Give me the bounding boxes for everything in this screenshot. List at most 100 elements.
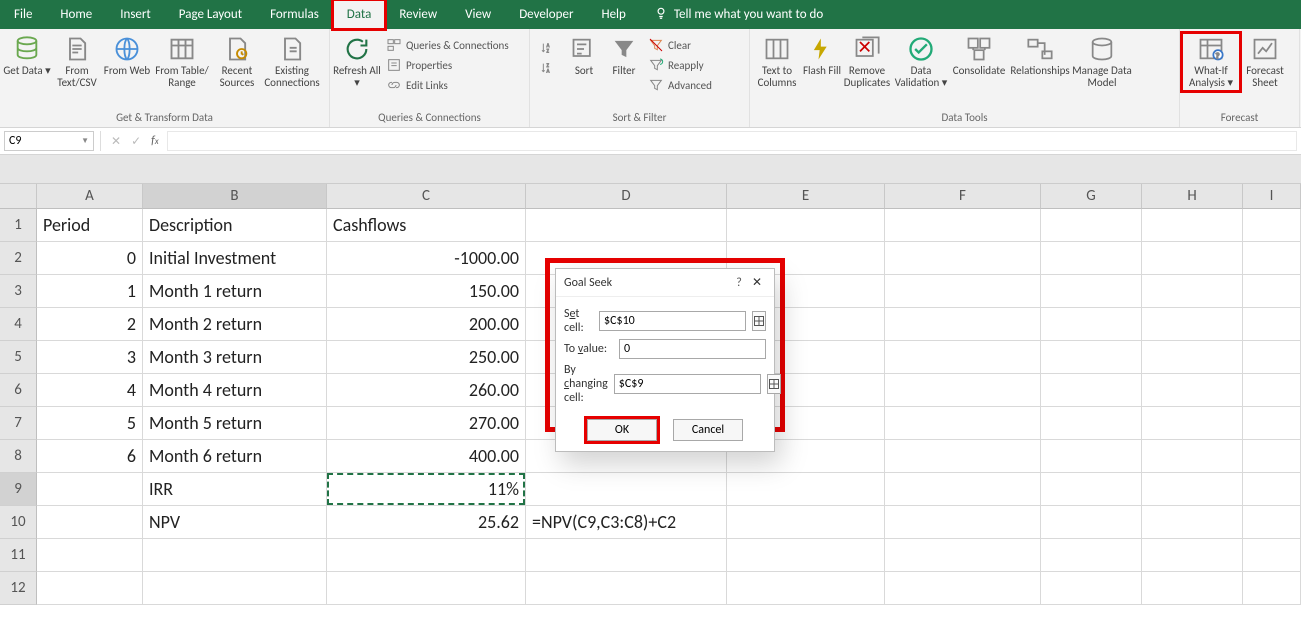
cell-H9[interactable] [1142,473,1243,506]
row-header-5[interactable]: 5 [0,341,37,374]
row-header-11[interactable]: 11 [0,539,37,572]
row-header-9[interactable]: 9 [0,473,37,506]
tab-pagelayout[interactable]: Page Layout [165,0,256,29]
sort-za-button[interactable]: ZA [536,59,560,79]
cell-E1[interactable] [727,209,885,242]
range-picker-setcell[interactable] [752,311,766,331]
col-header-E[interactable]: E [727,184,885,209]
filter-button[interactable]: Filter [604,33,644,79]
cell-B12[interactable] [143,572,327,605]
cell-G2[interactable] [1041,242,1142,275]
tab-data[interactable]: Data [333,0,386,29]
cell-B3[interactable]: Month 1 return [143,275,327,308]
cell-A2[interactable]: 0 [37,242,143,275]
fx-icon[interactable]: fx [151,134,159,148]
properties-button[interactable]: Properties [382,55,513,75]
cell-H8[interactable] [1142,440,1243,473]
cell-G8[interactable] [1041,440,1142,473]
data-validation-button[interactable]: Data Validation ▾ [892,33,950,91]
enter-formula-icon[interactable]: ✓ [131,134,141,149]
name-box[interactable]: C9 ▼ [4,131,94,151]
row-header-12[interactable]: 12 [0,572,37,605]
row-header-7[interactable]: 7 [0,407,37,440]
recent-sources-button[interactable]: Recent Sources [212,33,262,91]
cell-A6[interactable]: 4 [37,374,143,407]
cell-F6[interactable] [885,374,1041,407]
row-header-2[interactable]: 2 [0,242,37,275]
cell-G4[interactable] [1041,308,1142,341]
cell-C2[interactable]: -1000.00 [327,242,526,275]
cell-C7[interactable]: 270.00 [327,407,526,440]
forecast-sheet-button[interactable]: Forecast Sheet [1240,33,1290,91]
cell-A10[interactable] [37,506,143,539]
cell-F1[interactable] [885,209,1041,242]
cell-C9[interactable]: 11% [327,473,526,506]
cell-A7[interactable]: 5 [37,407,143,440]
cell-D1[interactable] [526,209,727,242]
cell-B9[interactable]: IRR [143,473,327,506]
col-header-D[interactable]: D [526,184,727,209]
reapply-button[interactable]: Reapply [644,55,716,75]
cell-B1[interactable]: Description [143,209,327,242]
cell-C11[interactable] [327,539,526,572]
cell-B7[interactable]: Month 5 return [143,407,327,440]
cell-G12[interactable] [1041,572,1142,605]
tab-developer[interactable]: Developer [505,0,587,29]
clear-filter-button[interactable]: Clear [644,35,716,55]
row-header-4[interactable]: 4 [0,308,37,341]
cell-C5[interactable]: 250.00 [327,341,526,374]
cell-F9[interactable] [885,473,1041,506]
cell-F7[interactable] [885,407,1041,440]
cell-D10[interactable]: =NPV(C9,C3:C8)+C2 [526,506,727,539]
col-header-I[interactable]: I [1243,184,1301,209]
cancel-formula-icon[interactable]: ✕ [111,134,121,149]
tab-insert[interactable]: Insert [106,0,165,29]
cell-B5[interactable]: Month 3 return [143,341,327,374]
range-picker-changing[interactable] [767,374,781,394]
col-header-B[interactable]: B [143,184,327,209]
cell-B6[interactable]: Month 4 return [143,374,327,407]
cell-A9[interactable] [37,473,143,506]
manage-data-model-button[interactable]: Manage Data Model [1072,33,1132,91]
cell-I2[interactable] [1243,242,1301,275]
cell-H12[interactable] [1142,572,1243,605]
cell-A12[interactable] [37,572,143,605]
cell-H10[interactable] [1142,506,1243,539]
cell-G10[interactable] [1041,506,1142,539]
cell-A8[interactable]: 6 [37,440,143,473]
from-textcsv-button[interactable]: From Text/CSV [52,33,102,91]
from-table-button[interactable]: From Table/ Range [152,33,212,91]
cell-G5[interactable] [1041,341,1142,374]
advanced-filter-button[interactable]: Advanced [644,75,716,95]
row-header-1[interactable]: 1 [0,209,37,242]
cell-I9[interactable] [1243,473,1301,506]
row-header-8[interactable]: 8 [0,440,37,473]
cell-E12[interactable] [727,572,885,605]
sort-az-button[interactable]: AZ [536,39,560,59]
row-header-10[interactable]: 10 [0,506,37,539]
tellme-search[interactable]: Tell me what you want to do [640,0,837,29]
col-header-H[interactable]: H [1142,184,1243,209]
cell-B2[interactable]: Initial Investment [143,242,327,275]
cell-I1[interactable] [1243,209,1301,242]
cell-A3[interactable]: 1 [37,275,143,308]
cell-C1[interactable]: Cashflows [327,209,526,242]
cell-C4[interactable]: 200.00 [327,308,526,341]
cell-I4[interactable] [1243,308,1301,341]
changing-cell-input[interactable] [614,374,761,394]
cell-F8[interactable] [885,440,1041,473]
cell-F2[interactable] [885,242,1041,275]
consolidate-button[interactable]: Consolidate [950,33,1008,79]
cell-G11[interactable] [1041,539,1142,572]
to-value-input[interactable] [619,339,766,359]
cell-H11[interactable] [1142,539,1243,572]
edit-links-button[interactable]: Edit Links [382,75,513,95]
tab-review[interactable]: Review [385,0,451,29]
col-header-A[interactable]: A [37,184,143,209]
tab-help[interactable]: Help [587,0,639,29]
cell-F4[interactable] [885,308,1041,341]
set-cell-input[interactable] [599,311,746,331]
queries-connections-button[interactable]: Queries & Connections [382,35,513,55]
cell-B4[interactable]: Month 2 return [143,308,327,341]
cell-G1[interactable] [1041,209,1142,242]
